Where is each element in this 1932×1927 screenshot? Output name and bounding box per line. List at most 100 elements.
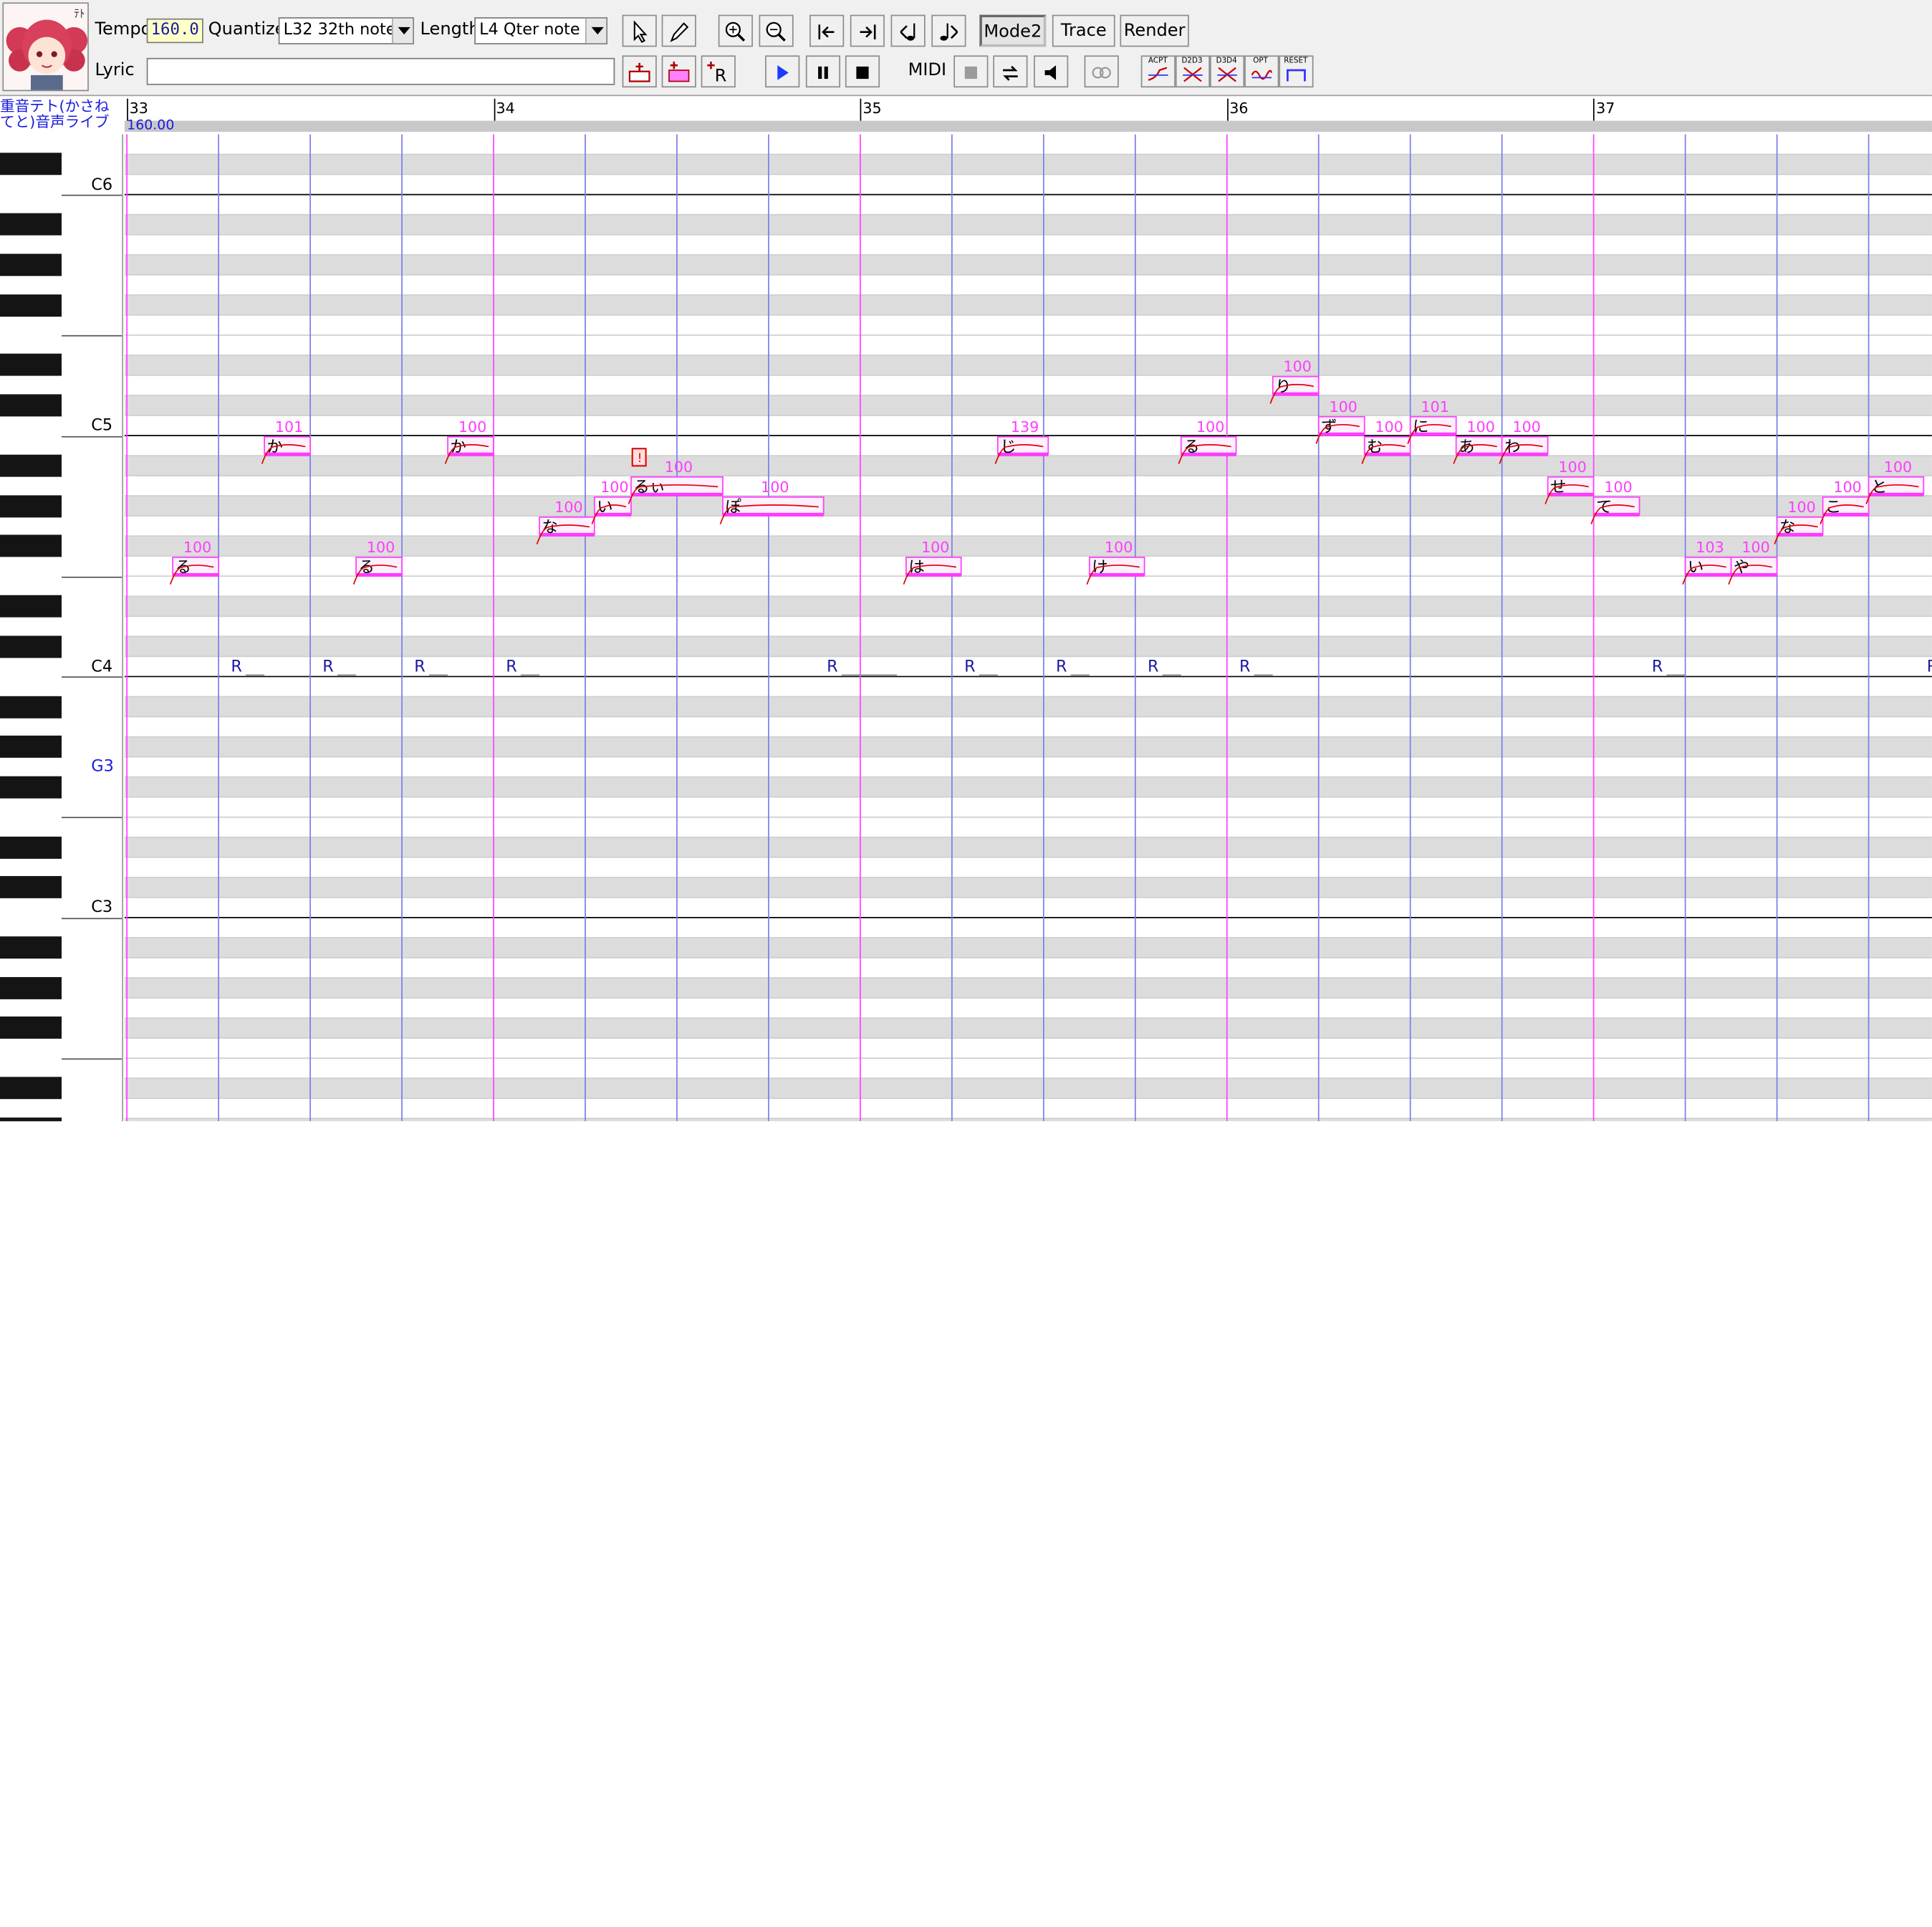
quantize-select[interactable]: L32 32th note xyxy=(278,17,414,44)
key-divider xyxy=(62,1058,122,1059)
d2d3-button[interactable]: D2D3 xyxy=(1175,55,1211,88)
add-rest-button[interactable]: R xyxy=(701,55,736,88)
lyric-input[interactable] xyxy=(146,57,615,85)
singer-avatar[interactable]: ﾃﾄ xyxy=(2,2,89,92)
quantize-value: L32 32th note xyxy=(283,21,396,40)
insert-note-button[interactable] xyxy=(622,55,657,88)
rest-marker: R xyxy=(827,658,838,676)
midi-convert-button[interactable] xyxy=(993,55,1028,88)
black-key[interactable] xyxy=(0,354,62,377)
reset-button[interactable]: RESET xyxy=(1279,55,1314,88)
black-key[interactable] xyxy=(0,936,62,959)
pause-icon xyxy=(818,66,828,80)
measure-number-37[interactable]: 37 xyxy=(1596,100,1615,117)
skip-forward-icon xyxy=(860,24,876,40)
opt-button[interactable]: OPT xyxy=(1244,55,1279,88)
black-key[interactable] xyxy=(0,1077,62,1100)
black-key[interactable] xyxy=(0,294,62,317)
black-key[interactable] xyxy=(0,635,62,658)
black-key[interactable] xyxy=(0,1017,62,1039)
measure-number-36[interactable]: 36 xyxy=(1229,100,1248,117)
pencil-tool-button[interactable] xyxy=(661,14,696,47)
black-key[interactable] xyxy=(0,595,62,617)
measure-ruler[interactable]: 160.00 33 34 35 36 37 xyxy=(124,98,1932,135)
trace-button[interactable]: Trace xyxy=(1052,14,1115,47)
key-divider xyxy=(62,917,122,919)
black-key-row xyxy=(124,496,1932,516)
black-key[interactable] xyxy=(0,976,62,999)
link-icon xyxy=(1092,67,1111,79)
render-button[interactable]: Render xyxy=(1120,14,1189,47)
note-velocity: 100 xyxy=(1196,418,1224,436)
note-velocity: 101 xyxy=(275,418,303,436)
mode2-button[interactable]: Mode2 xyxy=(979,14,1047,47)
tempo-band[interactable] xyxy=(124,120,1932,133)
stop-button[interactable] xyxy=(845,55,880,88)
piano-roll-canvas[interactable]: 100る101か100る100か100な100い100るぃ 100ぽ100は139… xyxy=(124,134,1932,1122)
link-button[interactable] xyxy=(1084,55,1119,88)
acpt-button[interactable]: ACPT xyxy=(1140,55,1176,88)
black-key[interactable] xyxy=(0,776,62,799)
note-velocity: 100 xyxy=(1105,539,1133,556)
note-velocity: 100 xyxy=(1375,418,1403,436)
prev-note-button[interactable] xyxy=(890,14,926,47)
go-end-button[interactable] xyxy=(850,14,885,47)
play-button[interactable] xyxy=(765,55,800,88)
black-key[interactable] xyxy=(0,836,62,859)
black-key-row xyxy=(124,154,1932,175)
black-key[interactable] xyxy=(0,153,62,176)
d2d3-label: D2D3 xyxy=(1181,57,1203,66)
select-tool-button[interactable] xyxy=(622,14,657,47)
black-key[interactable] xyxy=(0,454,62,477)
black-key-row xyxy=(124,937,1932,958)
black-key[interactable] xyxy=(0,736,62,759)
play-icon xyxy=(777,65,789,80)
pause-button[interactable] xyxy=(805,55,841,88)
add-note-button[interactable] xyxy=(661,55,696,88)
length-select[interactable]: L4 Qter note xyxy=(474,17,607,44)
black-key[interactable] xyxy=(0,696,62,718)
black-key[interactable] xyxy=(0,254,62,277)
black-key-row xyxy=(124,777,1932,797)
piano-roll-grid[interactable]: 100 る 101 か 100 る 100 か 100 な 100 い 100 るぃ 100 ぽ 100 は 139… xyxy=(124,134,1932,1122)
pencil-icon xyxy=(670,22,689,42)
measure-tick xyxy=(860,98,862,121)
measure-number-34[interactable]: 34 xyxy=(496,100,514,117)
black-key[interactable] xyxy=(0,876,62,899)
note-velocity: 100 xyxy=(761,479,789,496)
note-velocity: 100 xyxy=(554,499,582,516)
chevron-down-icon[interactable] xyxy=(391,18,413,44)
note-velocity: 100 xyxy=(183,539,211,556)
measure-number-33[interactable]: 33 xyxy=(130,100,148,117)
black-key[interactable] xyxy=(0,213,62,236)
d3d4-button[interactable]: D3D4 xyxy=(1210,55,1245,88)
tempo-marker[interactable]: 160.00 xyxy=(127,117,174,133)
measure-number-35[interactable]: 35 xyxy=(862,100,881,117)
go-start-button[interactable] xyxy=(809,14,845,47)
next-note-button[interactable] xyxy=(931,14,966,47)
piano-keyboard[interactable]: C6 C5 C4 G3 C3 xyxy=(0,98,123,1122)
add-note-icon xyxy=(668,61,690,82)
insert-icon xyxy=(628,62,650,82)
note-velocity: 100 xyxy=(458,418,486,436)
note-velocity: 100 xyxy=(600,479,628,496)
rest-marker: R xyxy=(964,658,976,676)
length-value: L4 Qter note xyxy=(479,21,580,40)
octave-label-c6: C6 xyxy=(91,176,113,195)
chevron-down-icon[interactable] xyxy=(585,18,607,44)
speaker-button[interactable] xyxy=(1034,55,1069,88)
zoom-in-icon xyxy=(725,21,746,42)
note-velocity: 100 xyxy=(1466,418,1494,436)
singer-name-line2: てと)音声ライブ xyxy=(0,113,110,131)
midi-record-button[interactable] xyxy=(953,55,989,88)
zoom-in-button[interactable] xyxy=(718,14,753,47)
black-key[interactable] xyxy=(0,534,62,557)
black-key[interactable] xyxy=(0,1117,62,1122)
tempo-input[interactable]: 160.0 xyxy=(146,18,203,44)
skip-back-icon xyxy=(818,24,835,40)
note-velocity: 100 xyxy=(665,458,693,476)
black-key[interactable] xyxy=(0,394,62,417)
zoom-out-button[interactable] xyxy=(759,14,794,47)
rest-marker: R xyxy=(1148,658,1159,676)
black-key[interactable] xyxy=(0,494,62,517)
